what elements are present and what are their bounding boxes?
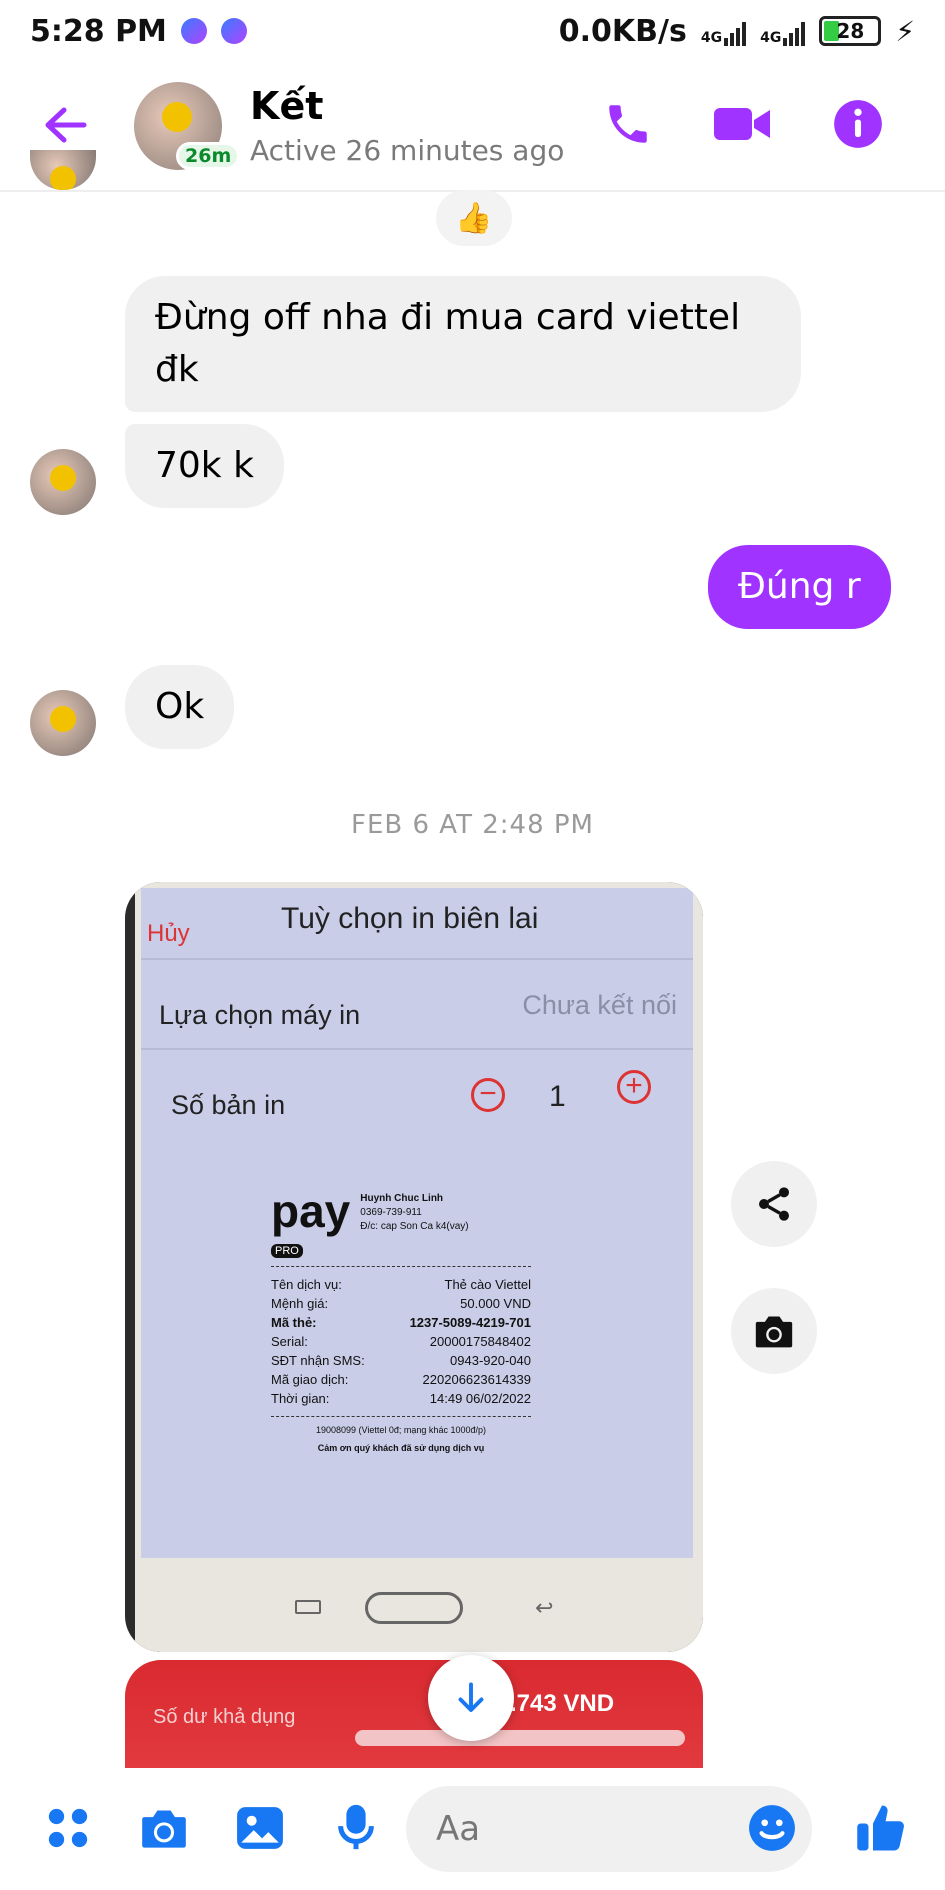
network-type: 4G <box>760 30 782 46</box>
photo-cancel-text: Hủy <box>147 920 190 947</box>
receipt-thanks: Cảm ơn quý khách đã sử dụng dịch vụ <box>317 1443 485 1453</box>
date-separator: FEB 6 AT 2:48 PM <box>351 810 594 840</box>
photo-phone-screen: Hủy Tuỳ chọn in biên lai Lựa chọn máy in… <box>141 888 693 1558</box>
messenger-notification-icon <box>220 18 247 44</box>
status-bar: 5:28 PM 0.0KB/s 4G 4G 28 ⚡ <box>0 0 945 62</box>
photo2-amount: .743 VND <box>510 1690 615 1717</box>
receipt-hotline: 19008099 (Viettel 0đ; mạng khác 1000đ/p) <box>316 1425 486 1435</box>
phone-call-icon[interactable] <box>596 92 660 156</box>
more-actions-icon[interactable] <box>38 1798 98 1858</box>
signal-icon: 4G <box>760 16 806 46</box>
receipt-key: Mệnh giá: <box>271 1296 329 1311</box>
minus-icon: − <box>471 1078 505 1112</box>
messenger-chat-screen: 5:28 PM 0.0KB/s 4G 4G 28 ⚡ 26m Kết Activ… <box>0 0 945 1890</box>
photo-message[interactable]: Hủy Tuỳ chọn in biên lai Lựa chọn máy in… <box>125 882 703 1652</box>
battery-level: 28 <box>836 19 865 43</box>
receipt-key: Mã thẻ: <box>271 1315 317 1330</box>
info-icon[interactable] <box>826 92 890 156</box>
receipt-value: 50.000 VND <box>460 1296 531 1311</box>
microphone-icon[interactable] <box>326 1798 386 1858</box>
photo-phone: Hủy Tuỳ chọn in biên lai Lựa chọn máy in… <box>135 882 703 1652</box>
battery-icon: 28 <box>819 16 882 46</box>
scroll-to-bottom-button[interactable] <box>428 1655 514 1741</box>
receipt-value: 1237-5089-4219-701 <box>409 1315 531 1330</box>
share-icon <box>759 1187 789 1221</box>
receipt-merchant: Huynh Chuc Linh <box>360 1193 444 1204</box>
message-bubble[interactable]: Đừng off nha đi mua card viettel đk <box>125 276 801 412</box>
contact-avatar-small[interactable] <box>30 449 96 515</box>
receipt-value: 220206623614339 <box>422 1372 531 1387</box>
receipt-key: Serial: <box>271 1334 308 1349</box>
receipt-logo: pay <box>271 1185 351 1237</box>
receipt-key: SĐT nhận SMS: <box>271 1353 365 1368</box>
video-call-icon[interactable] <box>710 92 774 156</box>
receipt-merchant-phone: 0369-739-911 <box>360 1207 422 1218</box>
thumbs-up-reaction[interactable]: 👍 <box>436 190 512 246</box>
chat-header: 26m Kết Active 26 minutes ago <box>0 62 945 192</box>
signal-icon: 4G <box>700 16 747 46</box>
receipt-logo-sub: PRO <box>271 1244 303 1258</box>
message-composer: Aa <box>0 1768 945 1890</box>
active-status: Active 26 minutes ago <box>250 134 565 167</box>
camera-icon[interactable] <box>134 1798 194 1858</box>
message-bubble[interactable]: Ok <box>125 665 235 749</box>
receipt-key: Mã giao dịch: <box>271 1372 349 1387</box>
message-bubble[interactable]: 70k k <box>125 424 284 508</box>
photo2-label: Số dư khả dụng <box>153 1706 296 1728</box>
arrow-down-icon <box>458 1682 484 1712</box>
gallery-icon[interactable] <box>230 1798 290 1858</box>
charging-icon: ⚡ <box>895 14 915 48</box>
photo-printer-label: Lựa chọn máy in <box>159 1000 361 1030</box>
photo-screen-title: Tuỳ chọn in biên lai <box>281 902 539 935</box>
plus-icon: + <box>617 1070 651 1104</box>
photo-copies-value: 1 <box>549 1080 566 1113</box>
receipt-value: 20000175848402 <box>429 1334 531 1349</box>
photo-copies-label: Số bản in <box>171 1090 286 1120</box>
receipt-merchant-addr: Đ/c: cap Son Ca k4(vay) <box>360 1221 469 1232</box>
receipt-value: Thẻ cào Viettel <box>444 1277 531 1292</box>
photo-printer-value: Chưa kết nối <box>522 990 677 1020</box>
save-photo-button[interactable] <box>731 1288 817 1374</box>
contact-avatar-small[interactable] <box>30 690 96 756</box>
camera-icon <box>755 1316 793 1348</box>
messenger-notification-icon <box>180 18 207 44</box>
receipt: pay PRO Huynh Chuc Linh 0369-739-911 Đ/c… <box>271 1188 531 1453</box>
active-time-badge: 26m <box>176 142 241 170</box>
thumbs-up-icon[interactable] <box>852 1798 912 1858</box>
receipt-key: Tên dịch vụ: <box>271 1277 342 1292</box>
receipt-value: 0943-920-040 <box>450 1353 531 1368</box>
contact-name[interactable]: Kết <box>250 84 323 128</box>
share-button[interactable] <box>731 1161 817 1247</box>
photo-message-2[interactable]: Số dư khả dụng .743 VND <box>125 1660 703 1770</box>
receipt-key: Thời gian: <box>271 1391 330 1406</box>
receipt-value: 14:49 06/02/2022 <box>429 1391 531 1406</box>
network-type: 4G <box>700 30 723 46</box>
status-time: 5:28 PM <box>30 13 167 49</box>
network-speed: 0.0KB/s <box>558 13 687 49</box>
message-bubble-sent[interactable]: Đúng r <box>708 545 891 629</box>
back-arrow-icon[interactable] <box>40 100 90 150</box>
emoji-icon[interactable] <box>742 1798 802 1858</box>
photo-phone-buttons: ↩ <box>135 1572 703 1642</box>
